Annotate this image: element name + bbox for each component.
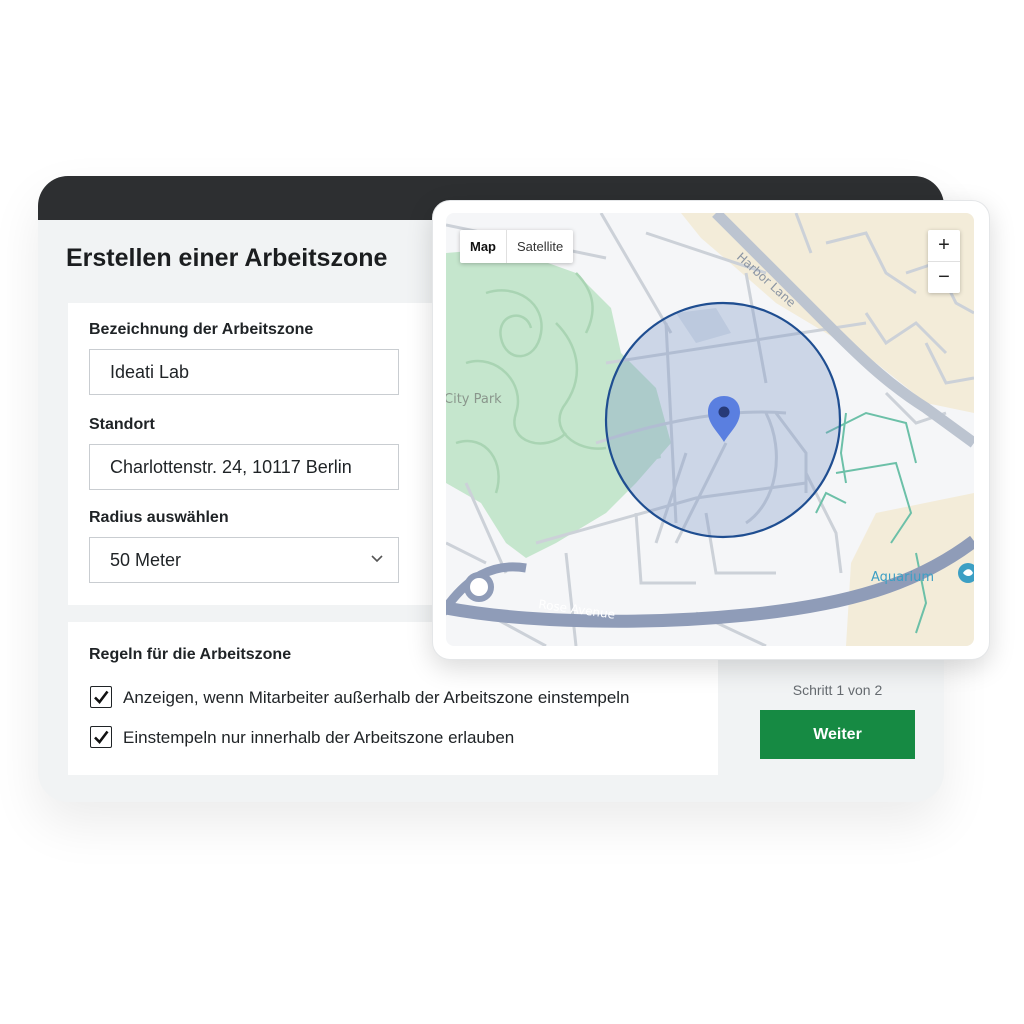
next-button[interactable]: Weiter bbox=[760, 710, 915, 759]
map-card: City Park Harbor Lane Rose Avenue Aquari… bbox=[432, 200, 990, 660]
step-indicator: Schritt 1 von 2 bbox=[792, 682, 883, 698]
page-title: Erstellen einer Arbeitszone bbox=[66, 244, 388, 272]
radius-label: Radius auswählen bbox=[89, 509, 229, 526]
zone-details-panel: Bezeichnung der Arbeitszone Ideati Lab S… bbox=[68, 303, 448, 605]
aquarium-label: Aquarium bbox=[871, 570, 934, 585]
rule-label: Anzeigen, wenn Mitarbeiter außerhalb der… bbox=[123, 688, 630, 707]
map-view[interactable]: City Park Harbor Lane Rose Avenue Aquari… bbox=[446, 213, 974, 646]
zone-name-label: Bezeichnung der Arbeitszone bbox=[89, 321, 314, 338]
city-park-label: City Park bbox=[446, 392, 502, 407]
checkmark-icon bbox=[94, 690, 109, 704]
map-type-toggle: Map Satellite bbox=[460, 230, 574, 263]
location-label: Standort bbox=[89, 416, 155, 433]
checkbox-outside-alert[interactable] bbox=[90, 686, 112, 708]
zoom-in-button[interactable]: + bbox=[928, 230, 960, 262]
radius-value: 50 Meter bbox=[110, 550, 182, 570]
map-canvas[interactable]: City Park Harbor Lane Rose Avenue Aquari… bbox=[446, 213, 974, 646]
radius-select[interactable]: 50 Meter bbox=[89, 537, 399, 583]
zone-name-value: Ideati Lab bbox=[110, 362, 190, 382]
zoom-controls: + − bbox=[928, 230, 960, 293]
map-type-map-button[interactable]: Map bbox=[460, 230, 507, 263]
zoom-out-button[interactable]: − bbox=[928, 262, 960, 293]
location-input[interactable]: Charlottenstr. 24, 10117 Berlin bbox=[89, 444, 399, 490]
zone-name-input[interactable]: Ideati Lab bbox=[89, 349, 399, 395]
chevron-down-icon bbox=[371, 555, 383, 563]
checkmark-icon bbox=[94, 730, 109, 744]
rule-label: Einstempeln nur innerhalb der Arbeitszon… bbox=[123, 728, 515, 747]
map-type-satellite-button[interactable]: Satellite bbox=[507, 230, 573, 263]
location-value: Charlottenstr. 24, 10117 Berlin bbox=[110, 457, 352, 477]
rules-title: Regeln für die Arbeitszone bbox=[89, 646, 292, 663]
checkbox-inside-only[interactable] bbox=[90, 726, 112, 748]
